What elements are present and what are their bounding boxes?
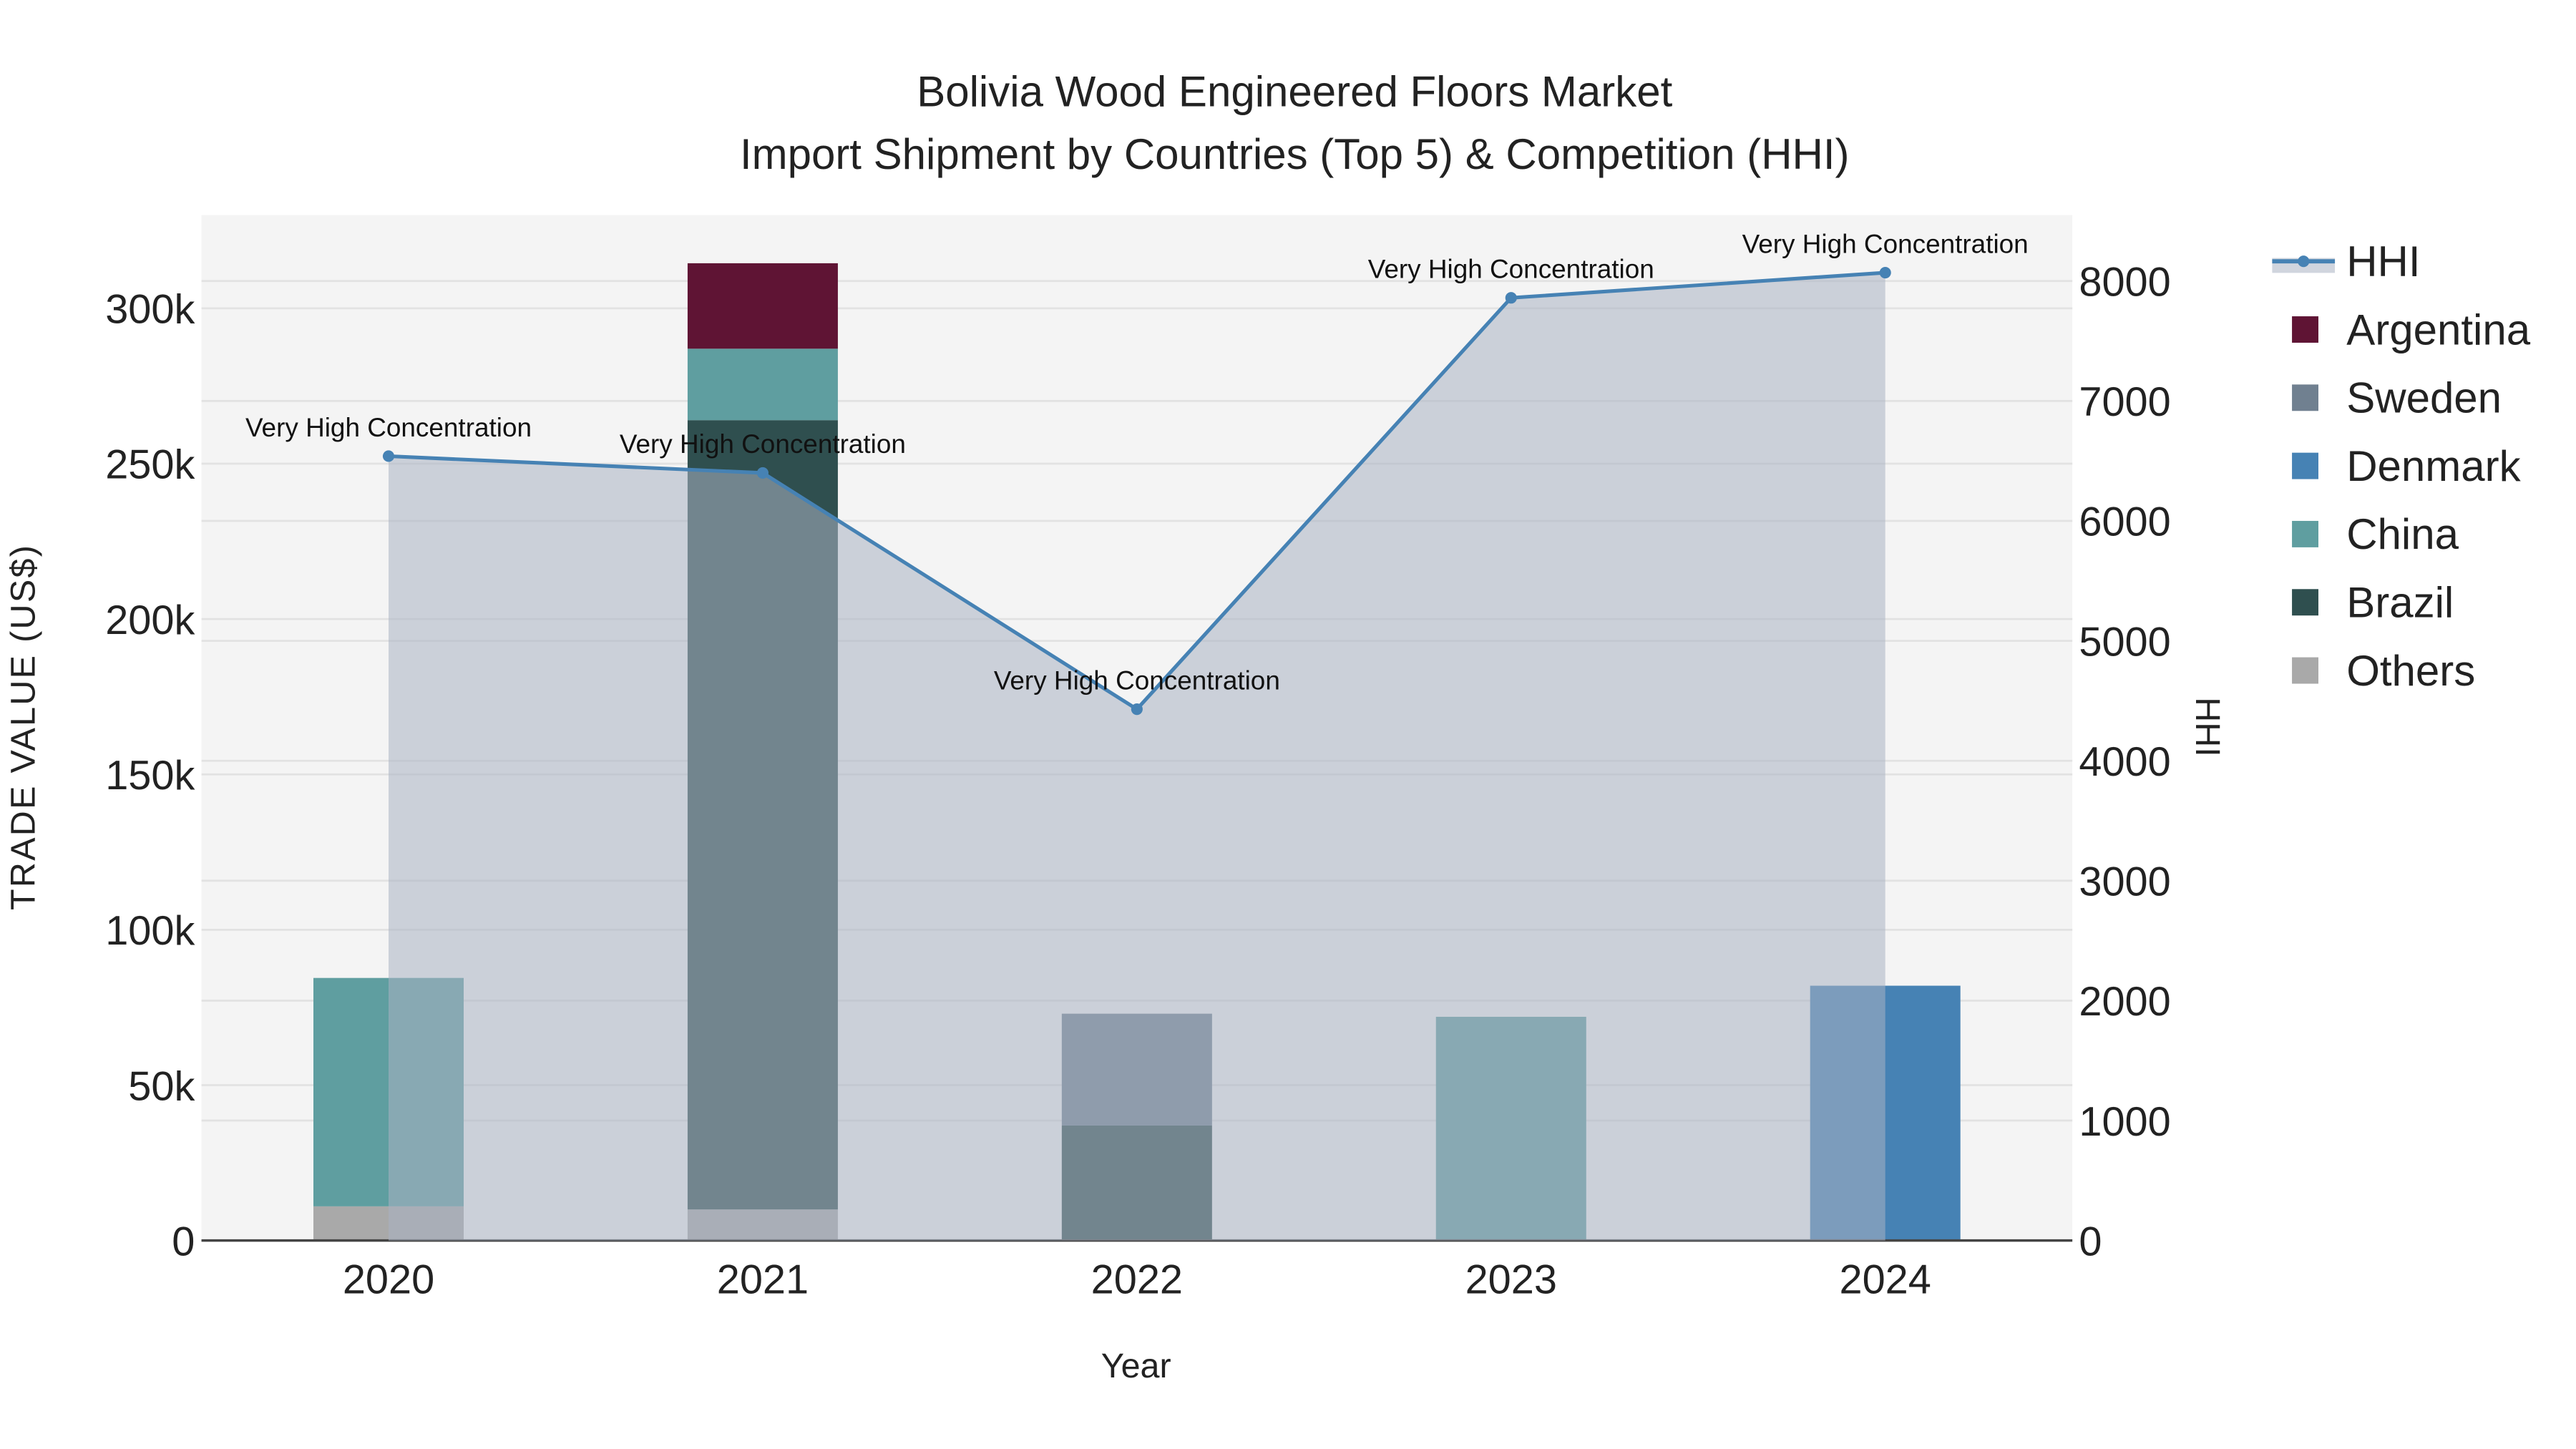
y2-tick-label: 4000 — [2079, 739, 2170, 785]
x-tick-label: 2023 — [1465, 1257, 1557, 1303]
legend-label: Sweden — [2346, 374, 2502, 422]
bar-argentina-2021 — [687, 263, 838, 349]
y-tick-label: 50k — [128, 1063, 195, 1109]
legend-swatch-brazil — [2292, 589, 2318, 616]
x-axis-title: Year — [1101, 1347, 1171, 1385]
chart-title: Bolivia Wood Engineered Floors Market — [917, 67, 1672, 115]
y2-tick-label: 7000 — [2079, 379, 2170, 425]
hhi-annotation: Very High Concentration — [1368, 255, 1654, 284]
hhi-annotation: Very High Concentration — [1742, 229, 2029, 258]
legend-label: Denmark — [2346, 442, 2521, 490]
y2-tick-label: 8000 — [2079, 260, 2170, 306]
hhi-marker — [1131, 703, 1143, 716]
x-tick-label: 2024 — [1840, 1257, 1931, 1303]
legend-label: Others — [2346, 647, 2475, 695]
legend-hhi-marker — [2298, 255, 2310, 268]
legend-swatch-sweden — [2292, 384, 2318, 411]
hhi-marker — [1879, 266, 1891, 279]
legend-label: China — [2346, 510, 2459, 558]
y-tick-label: 250k — [105, 442, 195, 488]
legend-swatch-others — [2292, 657, 2318, 684]
bar-china-2021 — [687, 348, 838, 421]
x-tick-label: 2020 — [343, 1257, 434, 1303]
legend-swatch-argentina — [2292, 316, 2318, 343]
legend-label: HHI — [2346, 238, 2420, 286]
hhi-marker — [1505, 292, 1517, 304]
y2-axis-title: HHI — [2188, 697, 2227, 756]
y2-tick-label: 1000 — [2079, 1099, 2170, 1145]
y2-tick-label: 6000 — [2079, 499, 2170, 545]
legend-swatch-china — [2292, 520, 2318, 547]
y-tick-label: 300k — [105, 287, 195, 333]
legend-label: Brazil — [2346, 579, 2454, 627]
y-tick-label: 0 — [172, 1219, 195, 1264]
x-tick-label: 2021 — [717, 1257, 809, 1303]
hhi-annotation: Very High Concentration — [994, 665, 1280, 695]
y2-tick-label: 2000 — [2079, 979, 2170, 1025]
y-axis-title: TRADE VALUE (US$) — [4, 544, 42, 910]
y-tick-label: 150k — [105, 753, 195, 799]
hhi-marker — [382, 450, 395, 462]
y2-tick-label: 5000 — [2079, 619, 2170, 665]
x-tick-label: 2022 — [1091, 1257, 1183, 1303]
legend-swatch-denmark — [2292, 452, 2318, 479]
y-tick-label: 100k — [105, 908, 195, 954]
hhi-annotation: Very High Concentration — [620, 429, 906, 459]
y2-tick-label: 3000 — [2079, 859, 2170, 905]
hhi-marker — [756, 467, 769, 479]
y-tick-label: 200k — [105, 597, 195, 643]
legend-label: Argentina — [2346, 306, 2530, 353]
chart-subtitle: Import Shipment by Countries (Top 5) & C… — [740, 130, 1850, 178]
hhi-annotation: Very High Concentration — [245, 413, 532, 442]
y2-tick-label: 0 — [2079, 1219, 2102, 1264]
chart: Bolivia Wood Engineered Floors Market Im… — [4, 67, 2530, 1385]
